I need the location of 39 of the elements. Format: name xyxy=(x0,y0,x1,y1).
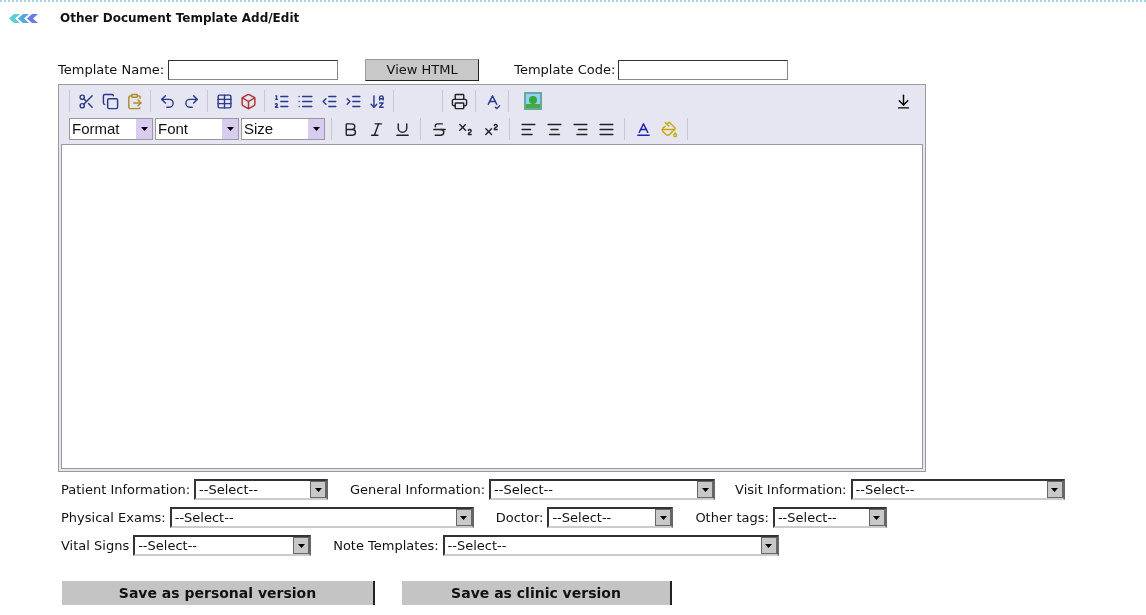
tag-dropdown[interactable]: --Select-- xyxy=(489,479,716,500)
caret-icon xyxy=(297,543,305,548)
tag-label: Vital Signs xyxy=(61,536,130,555)
toolbar-dropdown[interactable]: Format xyxy=(69,118,153,140)
template-code-field[interactable] xyxy=(618,60,789,80)
toolbar-dropdown[interactable]: Font xyxy=(155,118,239,140)
save-button[interactable]: Save as personal version xyxy=(62,581,375,605)
caret-icon xyxy=(701,487,709,492)
tag-dropdown[interactable]: --Select-- xyxy=(133,535,312,556)
caret-icon xyxy=(659,515,667,520)
tag-dropdown[interactable]: --Select-- xyxy=(442,535,779,556)
chevrons-icon xyxy=(8,13,40,23)
page-title: Other Document Template Add/Edit xyxy=(60,10,300,27)
caret-icon xyxy=(312,127,320,131)
tag-label: Visit Information: xyxy=(735,480,847,499)
caret-icon xyxy=(226,127,234,131)
tag-label: Other tags: xyxy=(695,508,769,527)
field-label: Template Name: xyxy=(58,61,165,80)
tag-label: Doctor: xyxy=(495,508,544,527)
toolbar-dropdown[interactable]: Size xyxy=(241,118,325,140)
template-name-field[interactable] xyxy=(168,60,339,80)
caret-icon xyxy=(314,487,322,492)
tag-dropdown[interactable]: --Select-- xyxy=(772,507,887,528)
field-label: Template Code: xyxy=(514,61,616,80)
caret-icon xyxy=(140,127,148,131)
caret-icon xyxy=(873,515,881,520)
tag-label: General Information: xyxy=(350,480,486,499)
caret-icon xyxy=(460,515,468,520)
tag-dropdown[interactable]: --Select-- xyxy=(850,479,1065,500)
tag-label: Patient Information: xyxy=(61,480,191,499)
tag-dropdown[interactable]: --Select-- xyxy=(169,507,474,528)
view-html-button[interactable]: View HTML xyxy=(365,59,480,81)
tag-label: Note Templates: xyxy=(333,536,439,555)
tag-dropdown[interactable]: --Select-- xyxy=(547,507,674,528)
caret-icon xyxy=(1051,487,1058,492)
tag-dropdown[interactable]: --Select-- xyxy=(194,479,329,500)
caret-icon xyxy=(765,543,773,548)
tag-label: Physical Exams: xyxy=(61,508,166,527)
save-button[interactable]: Save as clinic version xyxy=(402,581,672,605)
